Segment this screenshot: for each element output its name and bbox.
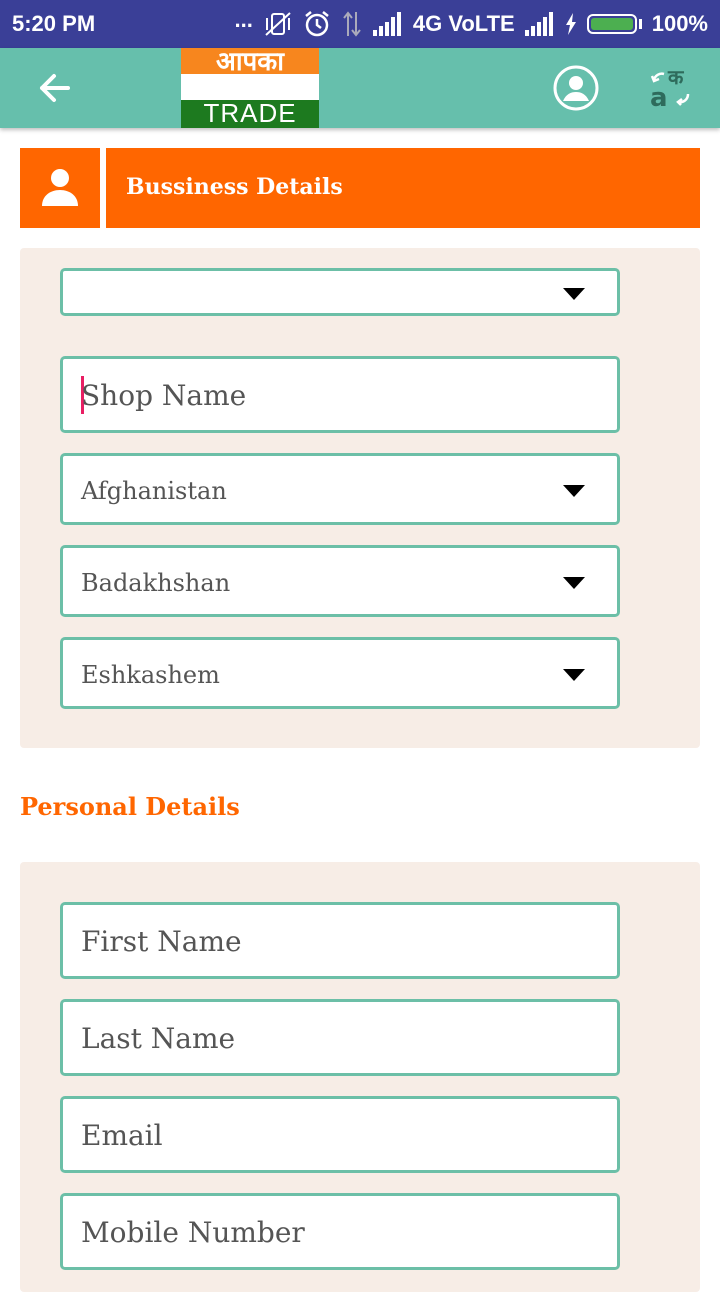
network-type: 4G VoLTE — [412, 11, 515, 36]
email-input[interactable]: Email — [60, 1096, 620, 1173]
first-name-placeholder: First Name — [81, 925, 242, 958]
last-name-placeholder: Last Name — [81, 1022, 236, 1055]
vibrate-off-icon — [265, 12, 291, 36]
mobile-number-input[interactable]: Mobile Number — [60, 1193, 620, 1270]
state-select[interactable]: Badakhshan — [60, 545, 620, 617]
signal-icon — [372, 12, 401, 36]
email-placeholder: Email — [81, 1119, 163, 1152]
dropdown-arrow-icon — [563, 485, 585, 497]
app-logo: आपका TRADE — [181, 47, 319, 128]
profile-button[interactable] — [552, 64, 600, 112]
svg-text:a: a — [650, 83, 668, 113]
shop-name-input[interactable]: Shop Name — [60, 356, 620, 433]
logo-trade-text: TRADE — [203, 98, 297, 128]
first-name-input[interactable]: First Name — [60, 902, 620, 979]
arrow-left-icon — [40, 74, 70, 102]
category-select[interactable] — [60, 268, 620, 316]
city-value: Eshkashem — [81, 661, 220, 689]
mobile-number-placeholder: Mobile Number — [81, 1216, 305, 1249]
dropdown-arrow-icon — [563, 577, 585, 589]
business-details-title: Bussiness Details — [126, 174, 343, 200]
translate-icon: क a — [650, 65, 690, 113]
svg-text:क: क — [667, 66, 685, 89]
alarm-icon — [305, 11, 329, 37]
account-circle-icon — [553, 65, 599, 111]
status-bar: 5:20 PM ... 4G VoLTE 100% — [0, 0, 720, 48]
battery-tip — [638, 19, 642, 29]
more-notifications-icon: ... — [234, 7, 253, 32]
country-select[interactable]: Afghanistan — [60, 453, 620, 525]
status-time: 5:20 PM — [12, 11, 96, 36]
data-transfer-icon — [343, 11, 361, 37]
last-name-input[interactable]: Last Name — [60, 999, 620, 1076]
city-select[interactable]: Eshkashem — [60, 637, 620, 709]
dropdown-arrow-icon — [563, 288, 585, 300]
business-header-icon-box — [20, 148, 100, 228]
battery-level: 100% — [651, 11, 708, 36]
language-button[interactable]: क a — [648, 65, 696, 114]
charging-icon — [565, 13, 576, 35]
logo-hindi-text: आपका — [215, 47, 285, 77]
dropdown-arrow-icon — [563, 669, 585, 681]
business-header: Bussiness Details — [106, 148, 700, 228]
status-icons: ... 4G VoLTE 100% — [234, 7, 708, 40]
personal-details-title: Personal Details — [20, 792, 240, 821]
shop-name-placeholder: Shop Name — [81, 379, 247, 412]
signal-2-icon — [524, 12, 553, 36]
person-icon — [42, 169, 78, 206]
country-value: Afghanistan — [81, 477, 227, 505]
state-value: Badakhshan — [81, 569, 231, 597]
back-button[interactable] — [30, 66, 82, 110]
battery-icon — [586, 14, 637, 34]
app-toolbar: आपका TRADE क a — [0, 47, 720, 128]
